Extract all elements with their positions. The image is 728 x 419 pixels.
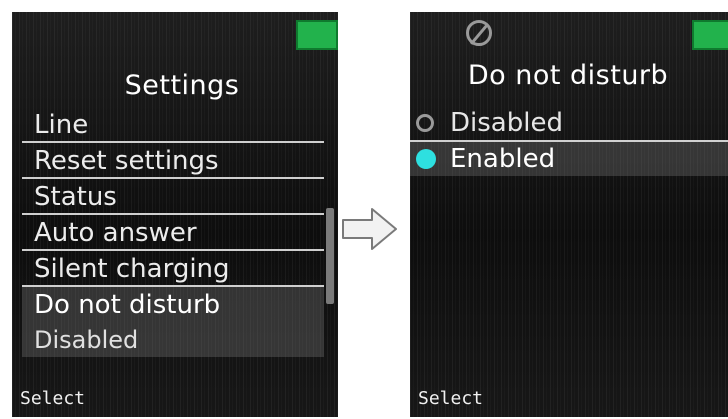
menu-item-auto-answer[interactable]: Auto answer	[22, 215, 324, 251]
option-label: Enabled	[450, 144, 556, 174]
softkey-select[interactable]: Select	[418, 388, 483, 409]
softkey-select[interactable]: Select	[20, 388, 85, 409]
menu-item-silent-charging[interactable]: Silent charging	[22, 251, 324, 287]
menu-item-do-not-disturb[interactable]: Do not disturb	[22, 287, 324, 323]
option-enabled[interactable]: Enabled	[410, 142, 728, 176]
page-title: Settings	[124, 70, 240, 101]
menu-item-line[interactable]: Line	[22, 107, 324, 143]
menu-item-status[interactable]: Status	[22, 179, 324, 215]
menu-item-reset-settings[interactable]: Reset settings	[22, 143, 324, 179]
battery-icon	[692, 20, 728, 50]
radio-unselected-icon	[416, 114, 434, 132]
do-not-disturb-icon	[466, 20, 492, 46]
selected-value-text: Disabled	[22, 323, 324, 357]
settings-screen: Settings Line Reset settings Status Auto…	[12, 12, 338, 417]
scrollbar[interactable]	[326, 208, 334, 304]
option-disabled[interactable]: Disabled	[410, 106, 728, 140]
option-label: Disabled	[450, 108, 563, 138]
arrow-right-icon	[342, 208, 397, 250]
radio-selected-icon	[416, 149, 436, 169]
settings-menu: Line Reset settings Status Auto answer S…	[22, 107, 324, 357]
battery-icon	[296, 20, 338, 50]
page-title: Do not disturb	[467, 60, 669, 91]
do-not-disturb-screen: Do not disturb Disabled Enabled Select	[410, 12, 728, 417]
